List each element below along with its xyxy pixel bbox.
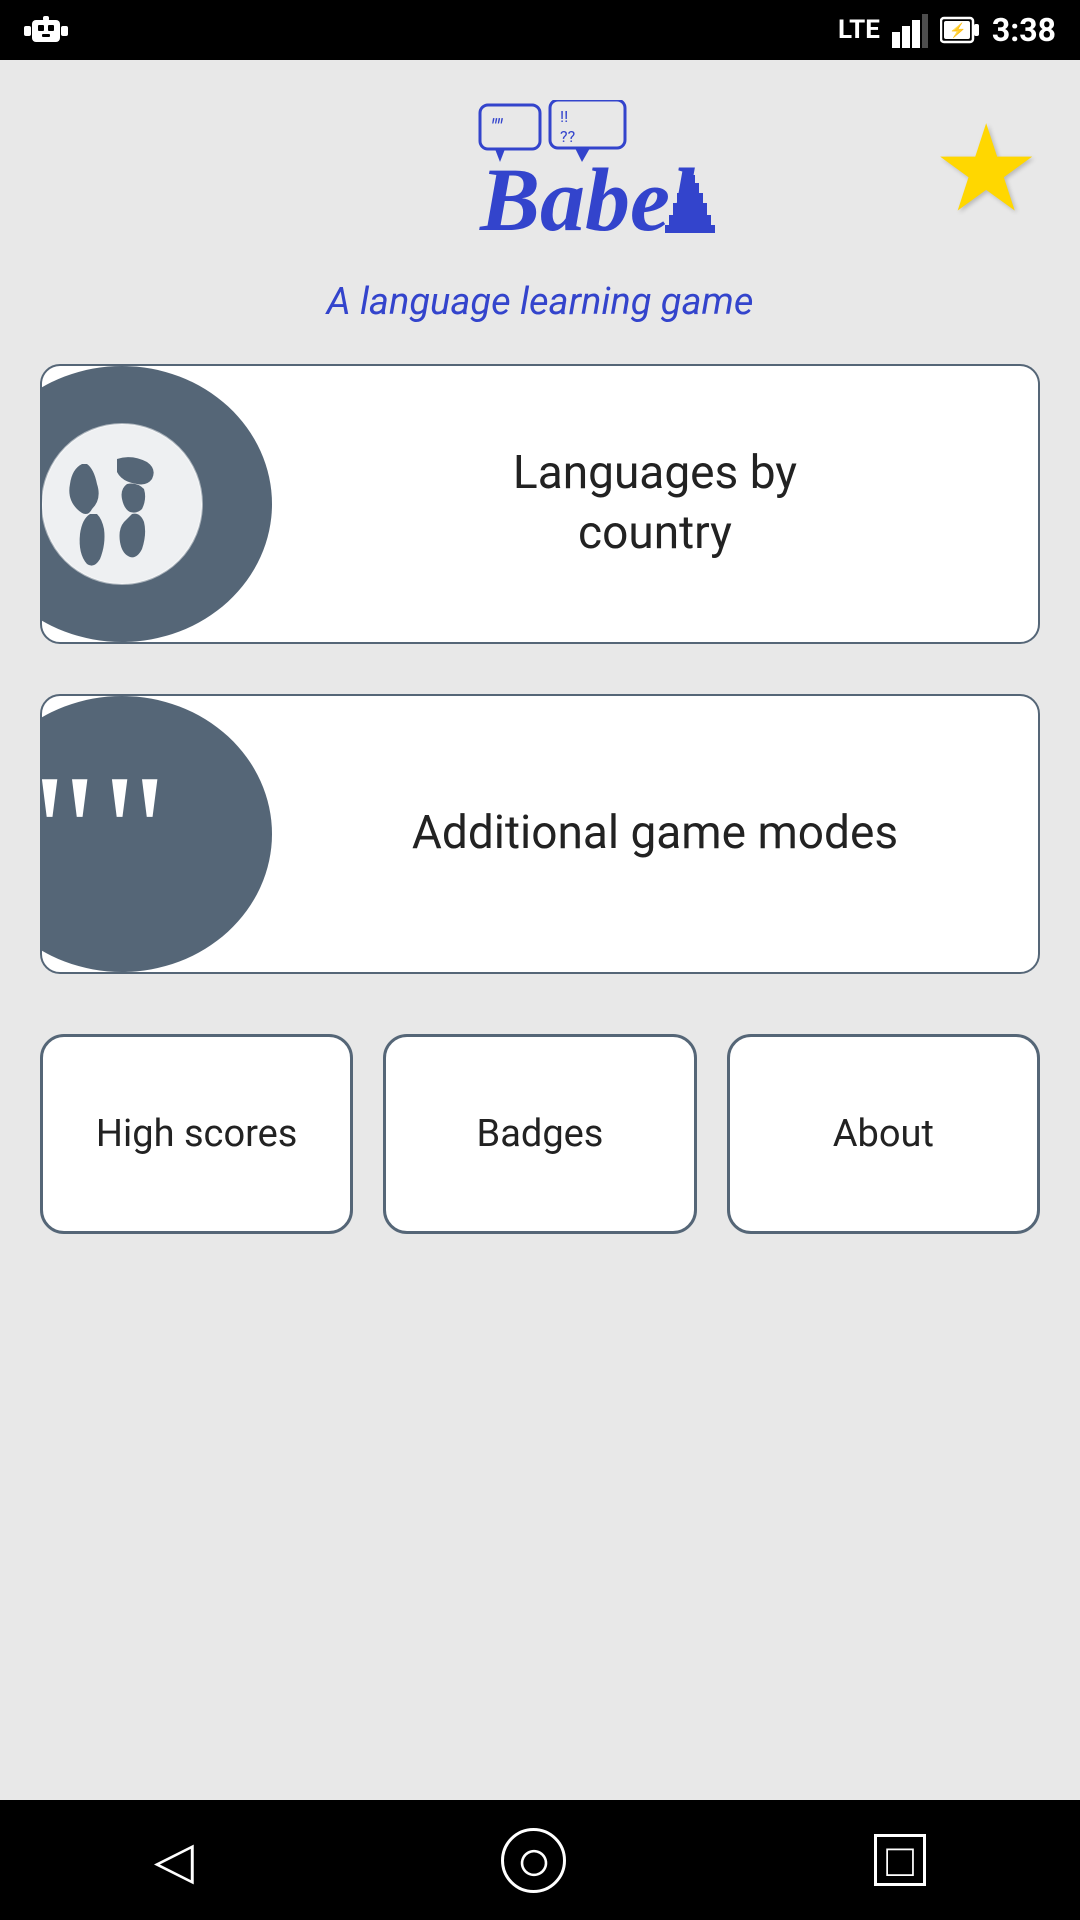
status-bar: LTE ⚡ 3:38 (0, 0, 1080, 60)
nav-bar: ◁ ○ □ (0, 1800, 1080, 1920)
badges-label: Badges (477, 1112, 604, 1156)
additional-game-modes-label: Additional game modes (272, 804, 1038, 864)
lte-label: LTE (838, 15, 880, 45)
svg-text:"": "" (490, 116, 504, 141)
battery-icon: ⚡ (940, 12, 980, 48)
star-icon[interactable]: ★ (932, 110, 1040, 230)
badges-button[interactable]: Badges (383, 1034, 696, 1234)
header: "" !! ?? Babel A language lear (40, 100, 1040, 324)
svg-text:": " (40, 754, 97, 914)
logo-area: "" !! ?? Babel A language lear (327, 100, 754, 324)
status-time: 3:38 (992, 11, 1056, 49)
languages-by-country-label: Languages bycountry (272, 444, 1038, 564)
bottom-buttons: High scores Badges About (40, 1034, 1040, 1234)
svg-text:⚡: ⚡ (949, 22, 966, 39)
about-label: About (833, 1112, 934, 1156)
high-scores-label: High scores (96, 1112, 298, 1156)
home-button[interactable]: ○ (501, 1828, 566, 1893)
svg-text:!!: !! (560, 107, 568, 126)
recent-button[interactable]: □ (874, 1834, 926, 1886)
additional-game-modes-button[interactable]: " " Additional game modes (40, 694, 1040, 974)
quotes-icon-area: " " (40, 696, 272, 972)
robot-icon (24, 8, 68, 52)
babel-logo: "" !! ?? Babel (350, 100, 730, 270)
svg-text:": " (102, 754, 167, 914)
status-bar-left (24, 8, 68, 52)
app-subtitle: A language learning game (327, 280, 754, 324)
globe-icon-area (40, 366, 272, 642)
high-scores-button[interactable]: High scores (40, 1034, 353, 1234)
main-content: "" !! ?? Babel A language lear (0, 60, 1080, 1800)
svg-text:Babel: Babel (479, 151, 695, 250)
languages-by-country-button[interactable]: Languages bycountry (40, 364, 1040, 644)
back-button[interactable]: ◁ (154, 1830, 194, 1891)
globe-icon (40, 414, 212, 594)
status-bar-right: LTE ⚡ 3:38 (838, 11, 1056, 49)
quotes-icon: " " (40, 754, 222, 914)
signal-icon (892, 12, 928, 48)
svg-text:??: ?? (560, 127, 575, 146)
about-button[interactable]: About (727, 1034, 1040, 1234)
